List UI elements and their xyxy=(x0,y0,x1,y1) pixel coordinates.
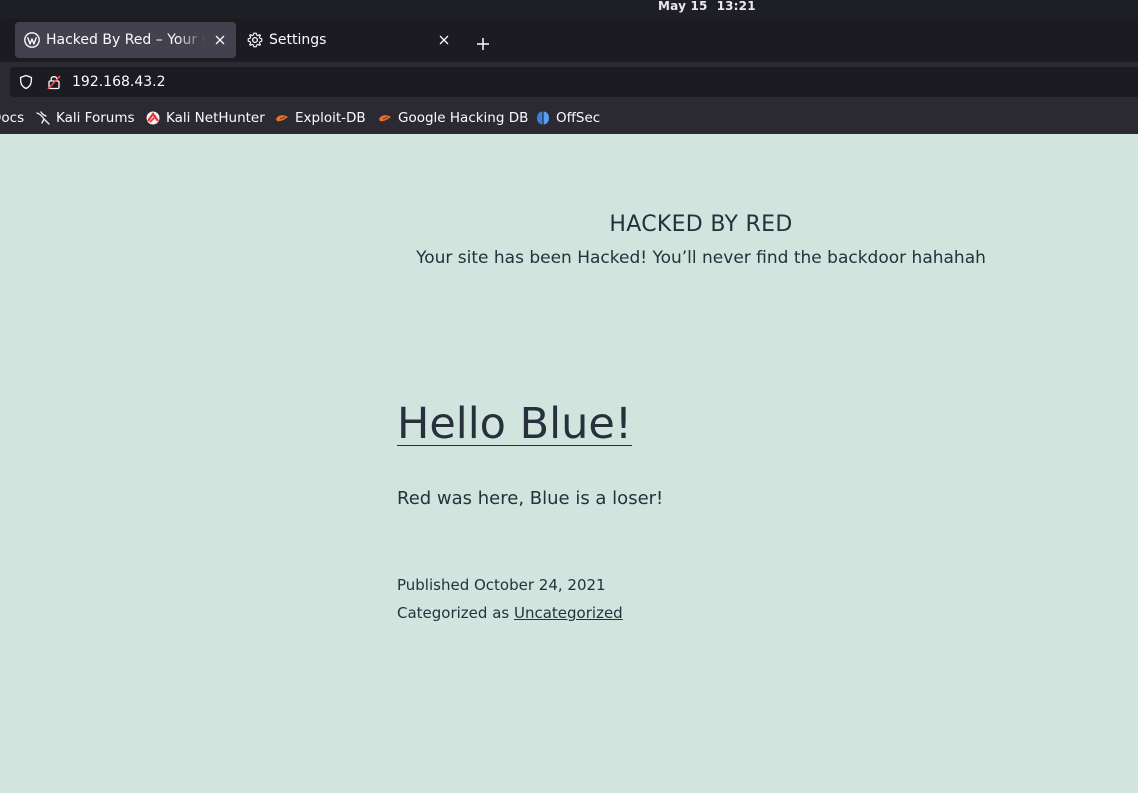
navigation-bar: 192.168.43.2 xyxy=(0,62,1138,102)
new-tab-button[interactable] xyxy=(470,31,496,57)
insecure-lock-icon[interactable] xyxy=(46,74,62,90)
close-icon[interactable] xyxy=(436,32,452,48)
clock-date: May 15 xyxy=(658,0,708,13)
published-label: Published xyxy=(397,576,470,594)
post-meta: Published October 24, 2021 Categorized a… xyxy=(397,571,623,627)
offsec-icon xyxy=(535,110,551,126)
web-page-content: HACKED BY RED Your site has been Hacked!… xyxy=(0,134,1138,793)
bookmark-google-hacking-db[interactable]: Google Hacking DB xyxy=(377,102,528,134)
published-date: October 24, 2021 xyxy=(474,576,606,594)
site-title[interactable]: HACKED BY RED xyxy=(0,212,1138,237)
site-description: Your site has been Hacked! You’ll never … xyxy=(416,248,986,268)
wordpress-icon xyxy=(24,32,40,48)
bookmark-exploit-db[interactable]: Exploit-DB xyxy=(274,102,366,134)
clock-time: 13:21 xyxy=(716,0,756,13)
system-top-bar: May 15 13:21 xyxy=(0,0,1138,18)
bookmark-label: Google Hacking DB xyxy=(398,110,529,126)
gear-icon xyxy=(247,32,263,48)
bookmark-offsec[interactable]: OffSec xyxy=(535,102,600,134)
published-line: Published October 24, 2021 xyxy=(397,571,623,599)
shield-icon[interactable] xyxy=(18,74,34,90)
bookmark-docs[interactable]: Docs xyxy=(0,102,24,134)
exploitdb-icon xyxy=(274,110,290,126)
bookmark-label: Docs xyxy=(0,110,25,126)
nethunter-icon xyxy=(145,110,161,126)
bookmark-kali-forums[interactable]: Kali Forums xyxy=(35,102,135,134)
tab-settings[interactable]: Settings xyxy=(240,22,460,58)
tab-title: Hacked By Red – Your site has been Hacke… xyxy=(46,32,206,48)
close-icon[interactable] xyxy=(212,32,228,48)
category-link[interactable]: Uncategorized xyxy=(514,604,623,622)
bookmark-label: Kali NetHunter xyxy=(166,110,265,126)
url-bar[interactable]: 192.168.43.2 xyxy=(10,67,1138,97)
bookmark-label: Kali Forums xyxy=(56,110,135,126)
url-text[interactable]: 192.168.43.2 xyxy=(72,74,166,90)
bookmark-label: OffSec xyxy=(556,110,601,126)
kali-dragon-icon xyxy=(35,110,51,126)
tab-strip: Hacked By Red – Your site has been Hacke… xyxy=(0,18,1138,62)
plus-icon xyxy=(476,37,490,51)
system-clock[interactable]: May 15 13:21 xyxy=(0,0,1138,13)
post-body: Red was here, Blue is a loser! xyxy=(397,488,664,509)
bookmarks-toolbar: Docs Kali Forums Kali NetHunter Exploit-… xyxy=(0,102,1138,134)
category-label: Categorized as xyxy=(397,604,510,622)
post-title-link[interactable]: Hello Blue! xyxy=(397,396,632,452)
exploitdb-icon xyxy=(377,110,393,126)
tab-title: Settings xyxy=(269,32,327,48)
category-line: Categorized as Uncategorized xyxy=(397,599,623,627)
tab-hacked-by-red[interactable]: Hacked By Red – Your site has been Hacke… xyxy=(15,22,236,58)
bookmark-kali-nethunter[interactable]: Kali NetHunter xyxy=(145,102,265,134)
bookmark-label: Exploit-DB xyxy=(295,110,366,126)
